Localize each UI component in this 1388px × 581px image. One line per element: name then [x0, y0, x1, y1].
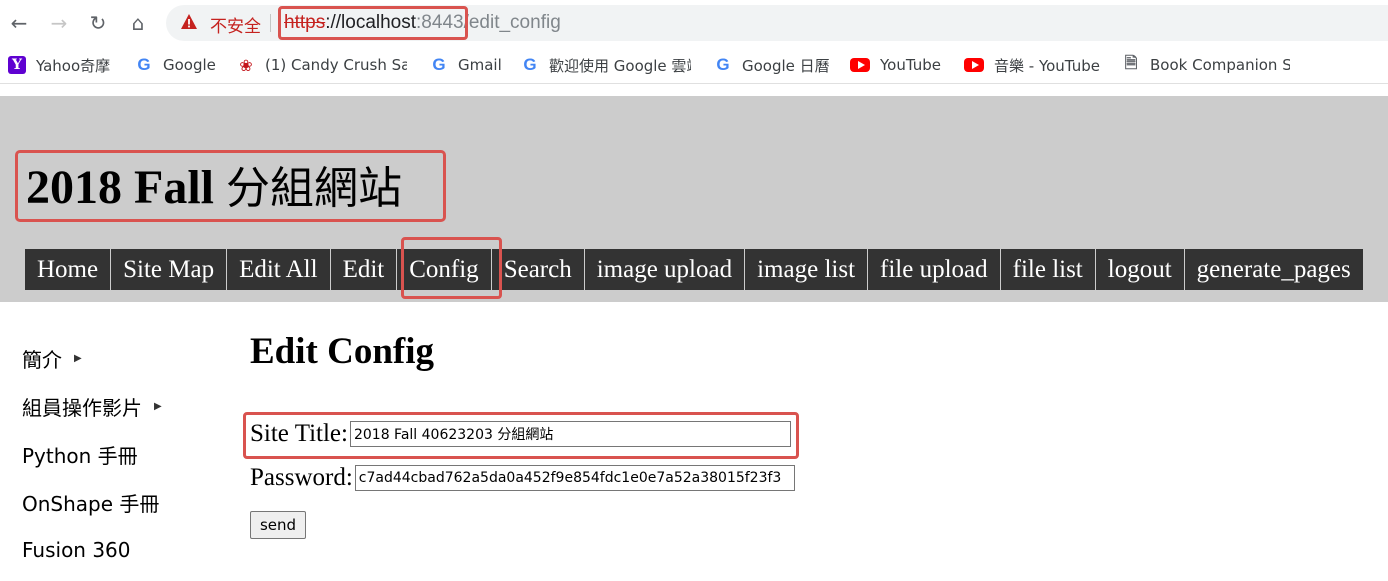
- forward-arrow-icon[interactable]: →: [44, 8, 74, 38]
- bookmark-label: 音樂 - YouTube: [994, 56, 1100, 75]
- menu-file-list[interactable]: file list: [1001, 249, 1096, 290]
- bookmark-google-calendar[interactable]: G Google 日曆: [714, 46, 830, 84]
- sidebar-item-label: 組員操作影片: [22, 395, 142, 420]
- menu-site-map[interactable]: Site Map: [111, 249, 228, 290]
- google-icon: G: [432, 55, 446, 74]
- sidebar-item-fusion[interactable]: Fusion 360: [22, 526, 222, 574]
- main-menu: Home Site Map Edit All Edit Config Searc…: [25, 249, 1363, 290]
- site-title-highlight-box: [243, 412, 799, 459]
- bookmark-label: Google: [163, 56, 216, 74]
- bookmark-youtube[interactable]: YouTube: [850, 46, 950, 84]
- security-label[interactable]: 不安全: [210, 12, 261, 37]
- candy-crush-icon: ❀: [239, 55, 253, 75]
- bookmark-gmail[interactable]: G Gmail: [430, 46, 505, 84]
- bookmark-yahoo[interactable]: Y Yahoo奇摩: [8, 46, 120, 84]
- menu-edit[interactable]: Edit: [331, 249, 398, 290]
- reload-icon[interactable]: ↻: [83, 8, 113, 38]
- caret-right-icon: ▶: [154, 400, 162, 412]
- sidebar-item-label: Python 手冊: [22, 443, 138, 468]
- browser-toolbar: ← → ↻ ⌂ 不安全 https://localhost:8443/edit_…: [0, 0, 1388, 46]
- password-label: Password:: [250, 464, 353, 491]
- menu-logout[interactable]: logout: [1096, 249, 1185, 290]
- page-title: Edit Config: [250, 331, 435, 372]
- menu-generate-pages[interactable]: generate_pages: [1185, 249, 1363, 290]
- sidebar-item-python[interactable]: Python 手冊: [22, 430, 222, 478]
- back-arrow-icon[interactable]: ←: [4, 8, 34, 38]
- caret-right-icon: ▶: [74, 352, 82, 364]
- bookmark-candy-crush[interactable]: ❀ (1) Candy Crush Saga: [237, 46, 407, 84]
- title-highlight-box: [15, 150, 446, 222]
- sidebar-item-label: Fusion 360: [22, 538, 131, 562]
- send-button[interactable]: send: [250, 511, 306, 539]
- home-icon[interactable]: ⌂: [123, 8, 153, 38]
- config-highlight-box: [401, 237, 502, 299]
- document-icon: 🗎: [1124, 52, 1138, 72]
- bookmark-book-companion[interactable]: 🗎 Book Companion Site: [1122, 46, 1290, 84]
- google-icon: G: [716, 55, 730, 74]
- bookmark-label: (1) Candy Crush Saga: [265, 56, 407, 74]
- menu-image-upload[interactable]: image upload: [585, 249, 746, 290]
- bookmark-google[interactable]: G Google: [135, 46, 225, 84]
- sidebar-item-intro[interactable]: 簡介 ▶: [22, 334, 222, 382]
- yahoo-icon: Y: [8, 56, 26, 74]
- google-icon: G: [523, 55, 537, 74]
- youtube-icon: [850, 58, 870, 72]
- google-icon: G: [137, 55, 151, 74]
- bookmark-label: Google 日曆: [742, 56, 830, 75]
- sidebar-item-label: 簡介: [22, 347, 62, 372]
- site-header: 2018 Fall 分組網站 Home Site Map Edit All Ed…: [0, 96, 1388, 302]
- menu-edit-all[interactable]: Edit All: [227, 249, 331, 290]
- youtube-icon: [964, 58, 984, 72]
- bookmark-label: Gmail: [458, 56, 502, 74]
- separator: [270, 14, 271, 32]
- sidebar-item-videos[interactable]: 組員操作影片 ▶: [22, 382, 222, 430]
- bookmark-label: YouTube: [880, 56, 941, 74]
- bookmark-youtube-music[interactable]: 音樂 - YouTube: [964, 46, 1104, 84]
- password-input[interactable]: [354, 465, 795, 491]
- bookmarks-bar: Y Yahoo奇摩 G Google ❀ (1) Candy Crush Sa g…: [0, 46, 1388, 84]
- url-highlight-box: [278, 6, 468, 40]
- sidebar: 簡介 ▶ 組員操作影片 ▶ Python 手冊 OnShape 手冊 Fusio…: [22, 334, 222, 574]
- bookmark-label: Yahoo奇摩: [36, 56, 111, 75]
- url-path: /edit_config: [463, 12, 561, 33]
- warning-icon: [181, 14, 197, 29]
- bookmark-label: 歡迎使用 Google 雲端: [549, 56, 691, 75]
- sidebar-item-onshape[interactable]: OnShape 手冊: [22, 478, 222, 526]
- menu-image-list[interactable]: image list: [745, 249, 869, 290]
- menu-search[interactable]: Search: [492, 249, 585, 290]
- sidebar-item-label: OnShape 手冊: [22, 491, 160, 516]
- menu-file-upload[interactable]: file upload: [868, 249, 1001, 290]
- menu-home[interactable]: Home: [25, 249, 112, 290]
- password-row: Password:: [250, 464, 795, 492]
- bookmark-google-drive[interactable]: G 歡迎使用 Google 雲端: [521, 46, 691, 84]
- bookmark-label: Book Companion Site: [1150, 56, 1290, 74]
